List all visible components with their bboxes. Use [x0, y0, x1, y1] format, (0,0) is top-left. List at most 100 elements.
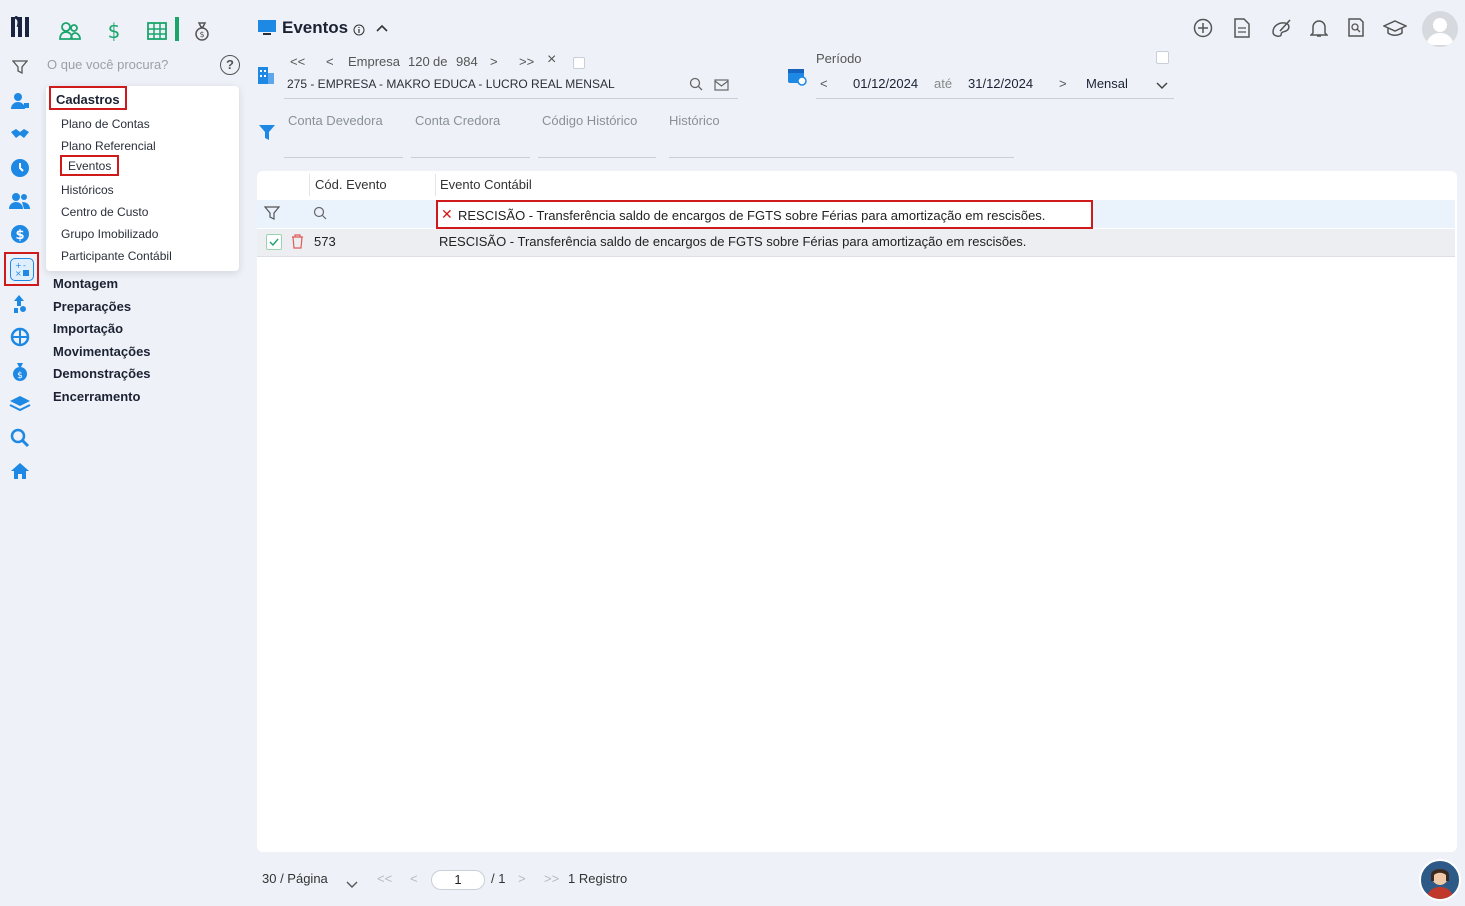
evento-filter-input[interactable]: ✕ RESCISÃO - Transferência saldo de enca… [436, 200, 1093, 229]
chevron-down-icon[interactable] [1155, 78, 1169, 96]
filter-icon[interactable] [9, 56, 31, 78]
company-search-icon[interactable] [689, 77, 703, 96]
money-bag-outline-icon[interactable]: $ [190, 19, 214, 43]
filter-conta-credora[interactable]: Conta Credora [415, 113, 500, 128]
svg-text:$: $ [15, 228, 24, 243]
periodo-checkbox[interactable] [1156, 51, 1169, 64]
company-next-button[interactable]: > [490, 54, 498, 69]
left-rail: $ + - × $ [0, 0, 42, 906]
per-page-chevron-icon[interactable] [346, 876, 358, 894]
column-header-codigo[interactable]: Cód. Evento [315, 177, 387, 192]
delete-icon[interactable] [291, 234, 304, 254]
menu-section-demonstracoes[interactable]: Demonstrações [53, 366, 151, 381]
graduation-cap-icon[interactable] [1382, 20, 1408, 43]
filter-conta-devedora[interactable]: Conta Devedora [288, 113, 383, 128]
info-icon[interactable] [353, 23, 365, 41]
company-checkbox[interactable] [573, 57, 585, 69]
menu-item-plano-referencial[interactable]: Plano Referencial [61, 139, 156, 153]
menu-item-plano-contas[interactable]: Plano de Contas [61, 117, 150, 131]
menu-section-montagem[interactable]: Montagem [53, 276, 118, 291]
svg-text:×: × [15, 269, 22, 278]
search-icon[interactable] [9, 427, 31, 449]
user-avatar[interactable] [1422, 11, 1458, 47]
column-header-evento[interactable]: Evento Contábil [440, 177, 532, 192]
menu-item-participante-contabil[interactable]: Participante Contábil [61, 249, 172, 263]
email-icon[interactable] [714, 78, 729, 96]
spreadsheet-icon[interactable] [146, 19, 170, 43]
page-input[interactable]: 1 [431, 870, 485, 890]
filter-historico[interactable]: Histórico [669, 113, 720, 128]
company-last-button[interactable]: >> [519, 54, 534, 69]
report-search-icon[interactable] [1347, 18, 1365, 43]
column-separator [435, 174, 436, 196]
users-icon[interactable] [9, 190, 31, 212]
company-first-button[interactable]: << [290, 54, 305, 69]
next-page-button[interactable]: > [518, 871, 526, 886]
company-total: 984 [456, 54, 478, 69]
company-de: de [433, 54, 448, 69]
menu-section-movimentacoes[interactable]: Movimentações [53, 344, 151, 359]
menu-header-cadastros[interactable]: Cadastros [49, 86, 127, 110]
menu-section-importacao[interactable]: Importação [53, 321, 123, 336]
filter-funnel-icon[interactable] [258, 124, 276, 147]
svg-text:$: $ [199, 30, 204, 39]
upload-person-icon[interactable] [9, 293, 31, 315]
svg-text:-: - [23, 261, 26, 270]
menu-item-historicos[interactable]: Históricos [61, 183, 114, 197]
accounting-icon-highlight[interactable]: + - × [4, 252, 39, 286]
document-icon[interactable] [1233, 18, 1251, 43]
periodo-ate-label: até [934, 76, 953, 91]
periodo-mode-select[interactable]: Mensal [1086, 76, 1128, 91]
menu-item-eventos[interactable]: Eventos [60, 155, 120, 176]
row-checkbox[interactable] [266, 234, 282, 250]
last-page-button[interactable]: >> [544, 871, 559, 886]
filter-codigo-historico[interactable]: Código Histórico [542, 113, 637, 128]
company-label: Empresa [348, 54, 401, 69]
paint-icon[interactable] [1270, 18, 1292, 43]
evento-filter-value: RESCISÃO - Transferência saldo de encarg… [458, 208, 1046, 223]
row-filter-icon[interactable] [263, 205, 281, 226]
periodo-next-button[interactable]: > [1059, 76, 1067, 91]
home-icon[interactable] [9, 460, 31, 482]
active-app-indicator [175, 17, 179, 41]
company-name-field[interactable]: 275 - EMPRESA - MAKRO EDUCA - LUCRO REAL… [287, 77, 615, 91]
cadastros-menu: Cadastros Plano de Contas Plano Referenc… [46, 86, 239, 271]
dollar-green-icon[interactable]: $ [102, 19, 126, 43]
people-outline-icon[interactable] [58, 19, 82, 43]
clock-icon[interactable] [9, 157, 31, 179]
user-add-icon[interactable] [9, 90, 31, 112]
layers-icon[interactable] [9, 393, 31, 415]
menu-section-encerramento[interactable]: Encerramento [53, 389, 140, 404]
periodo-prev-button[interactable]: < [820, 76, 828, 91]
help-icon[interactable]: ? [220, 55, 240, 75]
add-circle-icon[interactable] [1193, 18, 1213, 43]
app-logo[interactable] [10, 15, 34, 44]
network-icon[interactable] [9, 326, 31, 348]
global-search-input[interactable]: O que você procura? [47, 57, 168, 72]
clear-filter-icon[interactable]: ✕ [441, 206, 453, 223]
chevron-up-icon[interactable] [375, 21, 389, 39]
periodo-underline [816, 98, 1174, 99]
dollar-icon[interactable]: $ [9, 223, 31, 245]
periodo-end-date[interactable]: 31/12/2024 [968, 76, 1033, 91]
menu-item-grupo-imobilizado[interactable]: Grupo Imobilizado [61, 227, 158, 241]
menu-item-centro-custo[interactable]: Centro de Custo [61, 205, 148, 219]
code-filter-search-icon[interactable] [313, 206, 327, 225]
bell-icon[interactable] [1309, 18, 1329, 43]
company-prev-button[interactable]: < [326, 54, 334, 69]
money-bag-icon[interactable]: $ [9, 360, 31, 382]
first-page-button[interactable]: << [377, 871, 392, 886]
assistant-avatar[interactable] [1419, 859, 1461, 901]
handshake-icon[interactable] [9, 123, 31, 145]
periodo-start-date[interactable]: 01/12/2024 [853, 76, 918, 91]
menu-section-preparacoes[interactable]: Preparações [53, 299, 131, 314]
company-current[interactable]: 120 [408, 54, 430, 69]
company-clear-button[interactable]: × [547, 51, 556, 69]
record-count: 1 Registro [568, 871, 628, 886]
monitor-icon [257, 19, 277, 42]
prev-page-button[interactable]: < [410, 871, 418, 886]
row-evento: RESCISÃO - Transferência saldo de encarg… [439, 234, 1027, 249]
per-page-select[interactable]: 30 / Página [262, 871, 328, 886]
filter-underline-3 [538, 157, 656, 158]
calendar-icon[interactable] [787, 66, 807, 91]
